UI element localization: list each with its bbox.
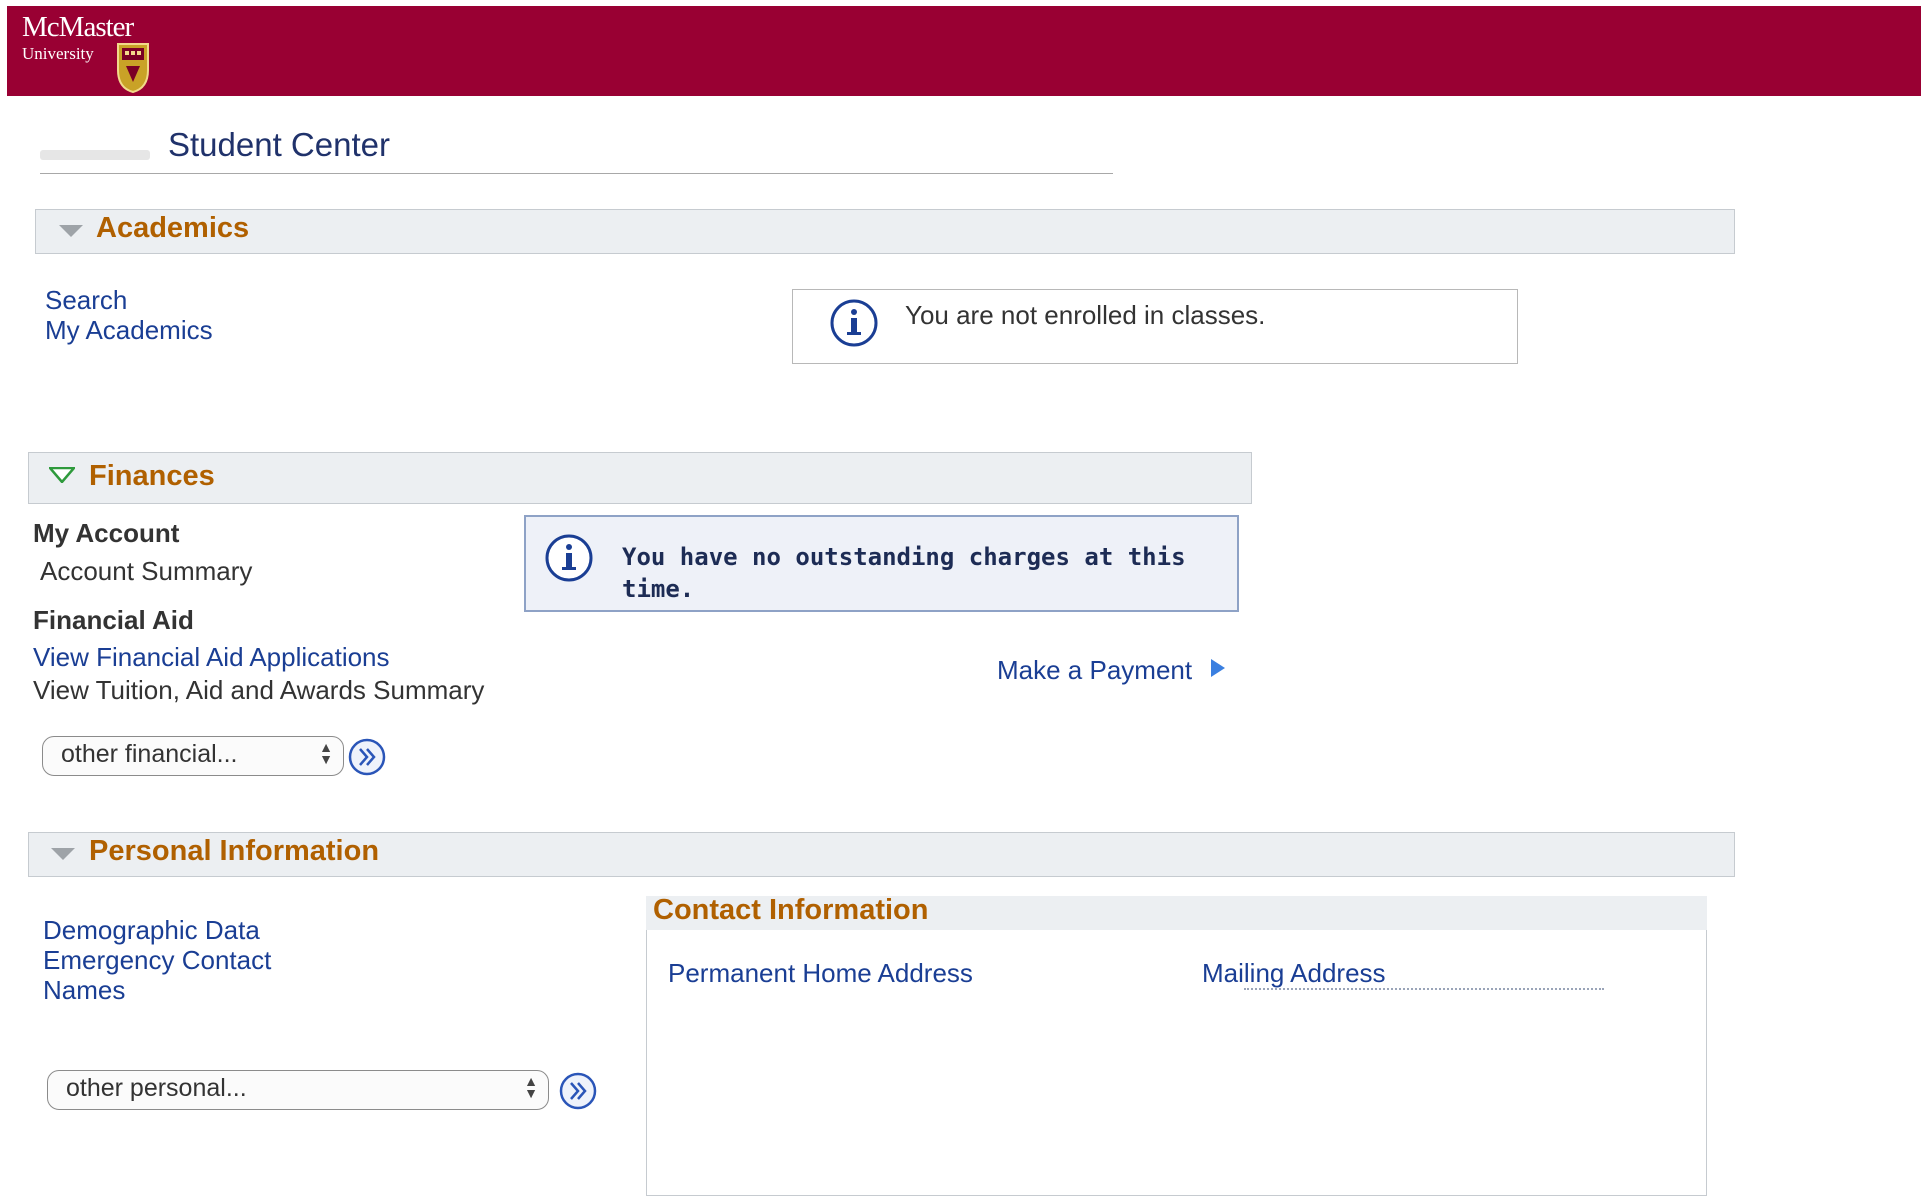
select-arrows-icon: ▲ ▼	[524, 1073, 538, 1101]
my-account-heading: My Account	[33, 518, 180, 548]
academics-section-header[interactable]: Academics	[35, 209, 1735, 254]
charges-info-text: You have no outstanding charges at this …	[622, 543, 1186, 603]
search-link[interactable]: Search	[45, 285, 127, 316]
redacted-address-text	[1244, 988, 1604, 992]
crest-icon	[117, 43, 149, 94]
info-circle-icon	[545, 534, 593, 582]
mcmaster-logo[interactable]: McMaster University	[22, 12, 152, 96]
make-payment-link[interactable]: Make a Payment	[997, 655, 1192, 686]
double-chevron-right-icon[interactable]	[347, 737, 387, 777]
financial-aid-heading: Financial Aid	[33, 605, 194, 635]
header-banner	[7, 6, 1921, 96]
logo-wordmark: McMaster	[22, 11, 134, 43]
personal-info-header-label: Personal Information	[89, 835, 380, 867]
title-divider	[40, 173, 1113, 174]
view-financial-aid-applications-link[interactable]: View Financial Aid Applications	[33, 642, 390, 673]
collapse-triangle-icon[interactable]	[51, 848, 75, 860]
my-academics-link[interactable]: My Academics	[45, 315, 213, 346]
enrollment-info-box: You are not enrolled in classes.	[792, 289, 1518, 364]
permanent-home-address-link[interactable]: Permanent Home Address	[668, 958, 973, 989]
collapse-triangle-icon[interactable]	[59, 225, 83, 237]
other-financial-select[interactable]: other financial... ▲ ▼	[42, 736, 344, 776]
charges-info-box: You have no outstanding charges at this …	[524, 515, 1239, 612]
double-chevron-right-icon[interactable]	[558, 1071, 598, 1111]
emergency-contact-link[interactable]: Emergency Contact	[43, 945, 271, 976]
page-title: Student Center	[168, 126, 390, 163]
academics-header-label: Academics	[96, 212, 250, 244]
collapse-triangle-icon[interactable]	[49, 467, 75, 483]
other-personal-select[interactable]: other personal... ▲ ▼	[47, 1070, 549, 1110]
personal-info-section-header[interactable]: Personal Information	[28, 832, 1735, 877]
contact-info-panel	[646, 896, 1707, 1196]
select-arrows-icon: ▲ ▼	[319, 739, 333, 767]
enrollment-info-text: You are not enrolled in classes.	[905, 300, 1266, 330]
logo-subtitle: University	[22, 44, 94, 63]
view-tuition-summary-text[interactable]: View Tuition, Aid and Awards Summary	[33, 675, 484, 706]
finances-section-header[interactable]: Finances	[28, 452, 1252, 504]
other-financial-select-value: other financial...	[61, 740, 238, 768]
play-triangle-icon[interactable]	[1209, 658, 1227, 678]
other-personal-select-value: other personal...	[66, 1074, 247, 1102]
demographic-data-link[interactable]: Demographic Data	[43, 915, 260, 946]
names-link[interactable]: Names	[43, 975, 125, 1006]
mailing-address-link[interactable]: Mailing Address	[1202, 958, 1386, 989]
info-circle-icon	[830, 299, 878, 347]
finances-header-label: Finances	[89, 460, 215, 492]
contact-info-title: Contact Information	[653, 894, 929, 926]
redacted-name	[40, 150, 150, 160]
account-summary-text: Account Summary	[40, 556, 253, 586]
